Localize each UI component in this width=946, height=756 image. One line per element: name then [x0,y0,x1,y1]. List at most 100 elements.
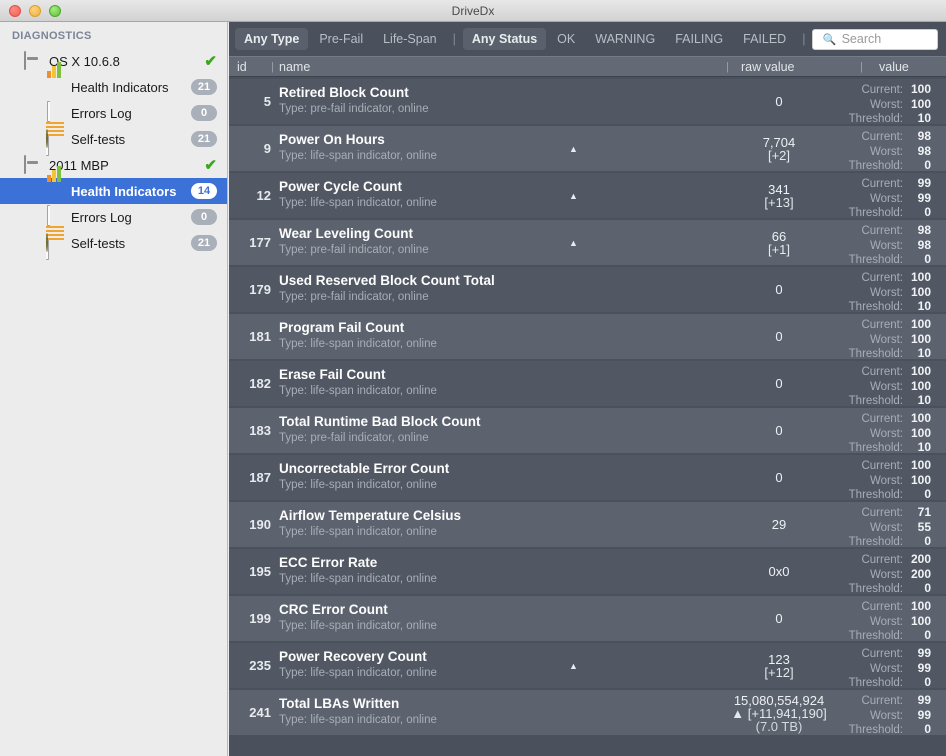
filter-separator-2: | [802,32,806,46]
row-raw-value: 66 [+1] [719,230,839,256]
table-row[interactable]: 241 Total LBAs Written Type: life-span ind… [229,690,946,736]
table-row[interactable]: 179 Used Reserved Block Count Total Type: … [229,267,946,315]
filter-button-any-type[interactable]: Any Type [235,28,309,50]
row-value-group: Current: 71 Worst: 55 Threshold: 0 [841,505,931,550]
filter-button-any-status[interactable]: Any Status [462,28,547,50]
sidebar-item-health-indicators[interactable]: Health Indicators 14 [0,166,227,204]
threshold-label: Threshold: [848,489,903,501]
search-box[interactable]: 🔍 [812,28,938,50]
row-raw-line: 0 [775,470,783,485]
row-worst: Worst: 100 [841,285,931,301]
table-row[interactable]: 5 Retired Block Count Type: pre-fail indic… [229,79,946,127]
current-value: 100 [910,270,931,284]
row-raw-value: 0x0 [719,565,839,578]
threshold-label: Threshold: [848,301,903,313]
threshold-value: 10 [917,393,931,407]
row-worst: Worst: 100 [841,614,931,630]
row-raw-value: 29 [719,518,839,531]
row-type: Type: pre-fail indicator, online [279,103,429,115]
column-divider[interactable]: | [860,61,863,73]
table-row[interactable]: 190 Airflow Temperature Celsius Type: life… [229,502,946,550]
row-value-group: Current: 98 Worst: 98 Threshold: 0 [841,129,931,174]
window-titlebar: DriveDx [0,0,946,22]
hard-drive-icon [24,51,42,70]
table-row[interactable]: 183 Total Runtime Bad Block Count Type: pr… [229,408,946,454]
row-id: 190 [249,517,271,532]
filter-button-life-span[interactable]: Life-Span [374,28,446,50]
table-row[interactable]: 9 Power On Hours Type: life-span indicator… [229,126,946,174]
sidebar-item-self-tests[interactable]: Self-tests 21 [0,230,227,256]
row-threshold: Threshold: 10 [841,299,931,315]
row-raw-value: 15,080,554,924 ▲ [+11,941,190] (7.0 TB) [719,694,839,733]
row-value-group: Current: 100 Worst: 100 Threshold: 0 [841,458,931,503]
column-divider[interactable]: | [271,61,274,73]
sidebar-item-os-x-10-6-8[interactable]: OS X 10.6.8 ✔ [0,48,227,74]
type-filter-group: Any Type Pre-Fail Life-Span [235,28,446,50]
threshold-value: 0 [924,534,931,548]
filter-button-pre-fail[interactable]: Pre-Fail [310,28,372,50]
table-row[interactable]: 182 Erase Fail Count Type: life-span indic… [229,361,946,409]
filter-button-failing[interactable]: FAILING [666,28,732,50]
row-worst: Worst: 100 [841,426,931,442]
table-row[interactable]: 181 Program Fail Count Type: life-span ind… [229,314,946,360]
table-row[interactable]: 195 ECC Error Rate Type: life-span indicat… [229,549,946,595]
sidebar-item-health-indicators[interactable]: Health Indicators 21 [0,62,227,100]
row-value-group: Current: 100 Worst: 100 Threshold: 10 [841,82,931,127]
trend-up-icon: ▲ [569,144,578,154]
row-threshold: Threshold: 10 [841,393,931,409]
table-row[interactable]: 12 Power Cycle Count Type: life-span indic… [229,173,946,221]
filter-button-failed[interactable]: FAILED [734,28,795,50]
threshold-label: Threshold: [848,160,903,172]
sidebar-item-self-tests[interactable]: Self-tests 21 [0,126,227,152]
table-row[interactable]: 199 CRC Error Count Type: life-span indica… [229,596,946,644]
worst-label: Worst: [869,98,903,111]
row-name: Wear Leveling Count [279,226,414,241]
row-threshold: Threshold: 0 [841,628,931,644]
row-current: Current: 100 [841,270,931,286]
row-value-group: Current: 99 Worst: 99 Threshold: 0 [841,176,931,221]
column-header-raw-value[interactable]: raw value [741,60,795,74]
worst-label: Worst: [869,709,903,722]
row-id: 183 [249,423,271,438]
current-value: 100 [910,364,931,378]
column-header-id[interactable]: id [237,60,247,74]
search-input[interactable] [841,32,928,46]
row-current: Current: 100 [841,411,931,427]
worst-label: Worst: [869,427,903,440]
worst-label: Worst: [869,380,903,393]
row-name: Uncorrectable Error Count [279,461,450,476]
current-label: Current: [861,601,903,613]
column-header-name[interactable]: name [279,60,310,74]
current-label: Current: [861,366,903,378]
row-raw-line: 0 [775,423,783,438]
hard-drive-icon [24,155,42,174]
column-header-value[interactable]: value [879,60,909,74]
row-threshold: Threshold: 0 [841,158,931,174]
trend-up-icon: ▲ [569,238,578,248]
row-raw-value: 341 [+13] [719,183,839,209]
row-type: Type: life-span indicator, online [279,526,437,538]
row-raw-line: (7.0 TB) [755,719,803,734]
filter-button-warning[interactable]: WARNING [586,28,664,50]
sidebar-item-2011-mbp[interactable]: 2011 MBP ✔ [0,152,227,178]
sidebar-item-errors-log[interactable]: Errors Log 0 [0,204,227,260]
row-name: Power Cycle Count [279,179,403,194]
sidebar: DIAGNOSTICS OS X 10.6.8 ✔ Health Indicator… [0,22,228,756]
row-worst: Worst: 55 [841,520,931,536]
row-name: Program Fail Count [279,320,405,335]
table-row[interactable]: 235 Power Recovery Count Type: life-span i… [229,643,946,691]
row-worst: Worst: 200 [841,567,931,583]
table-row[interactable]: 187 Uncorrectable Error Count Type: life-s… [229,455,946,503]
column-divider[interactable]: | [726,61,729,73]
row-raw-line: [+12] [764,665,794,680]
sidebar-item-errors-log[interactable]: Errors Log 0 [0,100,227,156]
row-value-group: Current: 99 Worst: 99 Threshold: 0 [841,646,931,691]
current-label: Current: [861,554,903,566]
row-name: Airflow Temperature Celsius [279,508,462,523]
table-row[interactable]: 177 Wear Leveling Count Type: pre-fail ind… [229,220,946,266]
row-raw-line: 0 [775,611,783,626]
row-id: 195 [249,564,271,579]
current-value: 98 [917,223,931,237]
filter-button-ok[interactable]: OK [548,28,584,50]
row-raw-value: 123 [+12] [719,653,839,679]
